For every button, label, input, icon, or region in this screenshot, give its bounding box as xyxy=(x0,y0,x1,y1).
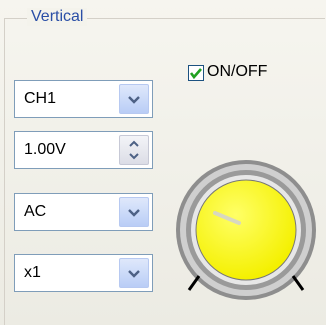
coupling-select[interactable]: AC xyxy=(14,193,153,231)
chevron-down-icon xyxy=(128,270,140,278)
volts-knob[interactable] xyxy=(173,158,319,304)
volts-value: 1.00V xyxy=(24,141,66,158)
channel-dropdown-button[interactable] xyxy=(119,84,149,114)
channel-select[interactable]: CH1 xyxy=(14,80,153,118)
on-off-label[interactable]: ON/OFF xyxy=(207,63,267,81)
probe-select[interactable]: x1 xyxy=(14,254,153,292)
coupling-dropdown-button[interactable] xyxy=(119,197,149,227)
chevron-up-icon xyxy=(129,140,139,147)
checkmark-icon xyxy=(189,68,202,80)
probe-value: x1 xyxy=(24,264,41,281)
volts-spin-buttons xyxy=(119,135,149,165)
chevron-down-icon xyxy=(128,209,140,217)
volts-spinbox[interactable]: 1.00V xyxy=(14,131,153,169)
vertical-panel: Vertical CH1 1.00V AC x1 ON/OFF xyxy=(0,0,326,325)
probe-dropdown-button[interactable] xyxy=(119,258,149,288)
spin-down-button[interactable] xyxy=(120,150,148,164)
knob-face xyxy=(195,179,297,281)
on-off-checkbox[interactable] xyxy=(188,65,204,81)
coupling-value: AC xyxy=(24,203,47,220)
chevron-down-icon xyxy=(128,96,140,104)
channel-value: CH1 xyxy=(24,90,57,107)
chevron-down-icon xyxy=(129,153,139,160)
group-title: Vertical xyxy=(27,8,88,26)
spin-up-button[interactable] xyxy=(120,136,148,150)
